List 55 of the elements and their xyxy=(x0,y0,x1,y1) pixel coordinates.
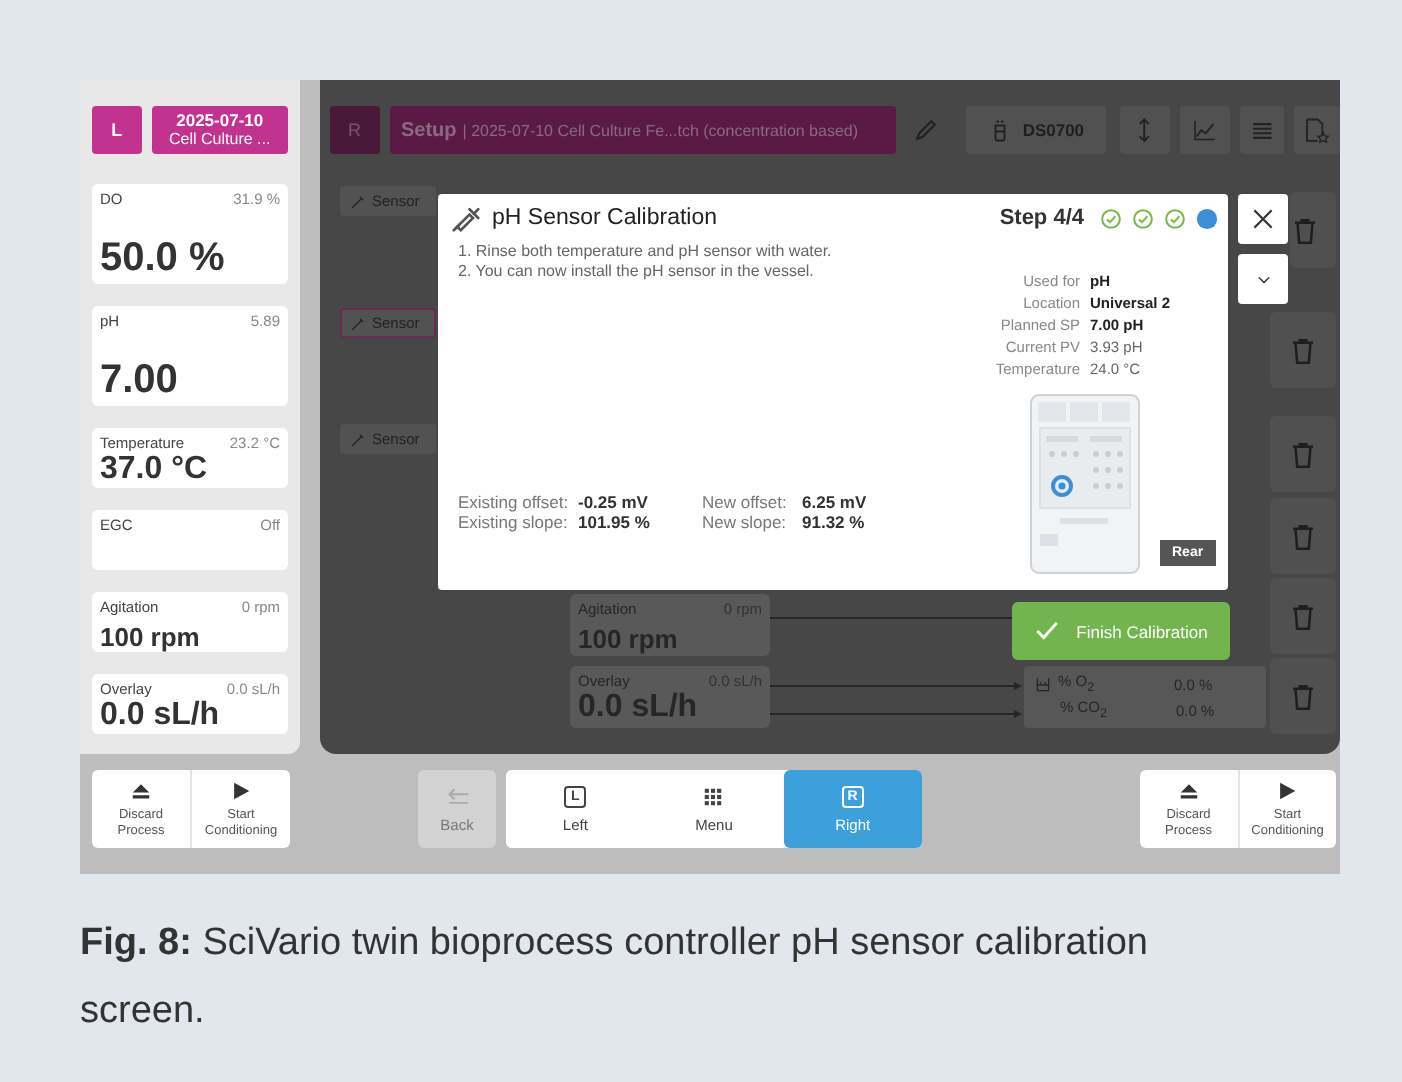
card-value: 0.0 sL/h xyxy=(100,700,222,734)
offset-label: New offset: xyxy=(702,492,789,512)
card-value: 50.0 % xyxy=(100,238,227,280)
side-button[interactable]: L xyxy=(92,106,142,154)
list-icon xyxy=(1249,117,1276,143)
offset-value: 101.95 % xyxy=(578,512,652,532)
trash-icon xyxy=(1288,601,1318,631)
offset-value: 6.25 mV xyxy=(802,492,869,512)
eject-icon xyxy=(1177,780,1200,802)
play-icon xyxy=(1276,780,1299,802)
offset-value: 91.32 % xyxy=(802,512,867,532)
play-icon xyxy=(230,780,252,802)
close-button[interactable] xyxy=(1238,194,1288,244)
line-chart-icon xyxy=(1192,117,1219,143)
offset-label: Existing slope: xyxy=(458,512,570,532)
list-button[interactable] xyxy=(1239,106,1285,154)
eject-icon xyxy=(130,780,152,802)
beaker-icon xyxy=(1034,675,1052,693)
delete-button[interactable] xyxy=(1270,416,1336,492)
run-button[interactable]: 2025-07-10 Cell Culture ... xyxy=(151,106,288,154)
back-arrow-icon xyxy=(443,784,471,808)
document-button[interactable] xyxy=(1294,106,1340,154)
sort-button[interactable] xyxy=(1119,106,1171,154)
probe-icon xyxy=(350,315,366,331)
delete-button[interactable] xyxy=(1270,578,1336,654)
probe-icon xyxy=(350,431,366,447)
instruction-text: 2. You can now install the pH sensor in the vessel. xyxy=(458,262,816,282)
delete-button[interactable] xyxy=(1270,498,1336,574)
delete-button[interactable] xyxy=(1270,312,1336,388)
card-value: 7.00 xyxy=(100,360,180,402)
card-value: 100 rpm xyxy=(100,624,202,652)
syringe-icon xyxy=(452,204,480,232)
chart-button[interactable] xyxy=(1180,106,1230,154)
probe-icon xyxy=(350,193,366,209)
offset-label: Existing offset: xyxy=(458,492,571,512)
trash-icon xyxy=(1290,215,1320,245)
trash-icon xyxy=(1288,439,1318,469)
figure-caption: Fig. 8: SciVario twin bioprocess controller pH sensor calibration screen. xyxy=(80,920,1150,1036)
document-icon xyxy=(1304,117,1331,143)
offset-label: New slope: xyxy=(702,512,789,532)
delete-button[interactable] xyxy=(1270,658,1336,734)
collapse-button[interactable] xyxy=(1238,254,1288,304)
close-icon xyxy=(1250,206,1276,232)
trash-icon xyxy=(1288,521,1318,551)
trash-icon xyxy=(1288,335,1318,365)
dialog-title: pH Sensor Calibration xyxy=(492,206,720,230)
check-icon xyxy=(1034,618,1061,644)
menu-grid-icon xyxy=(702,785,725,807)
offset-value: -0.25 mV xyxy=(578,492,650,512)
title-bar: Setup | 2025-07-10 Cell Culture Fe...tch (concentration based) xyxy=(389,106,897,154)
trash-icon xyxy=(1288,681,1318,711)
step-counter: Step 4/4 xyxy=(999,206,1084,230)
pencil-icon[interactable] xyxy=(912,116,941,144)
card-value: 37.0 °C xyxy=(100,454,210,488)
instruction-text: 1. Rinse both temperature and pH sensor with water. xyxy=(458,242,834,262)
